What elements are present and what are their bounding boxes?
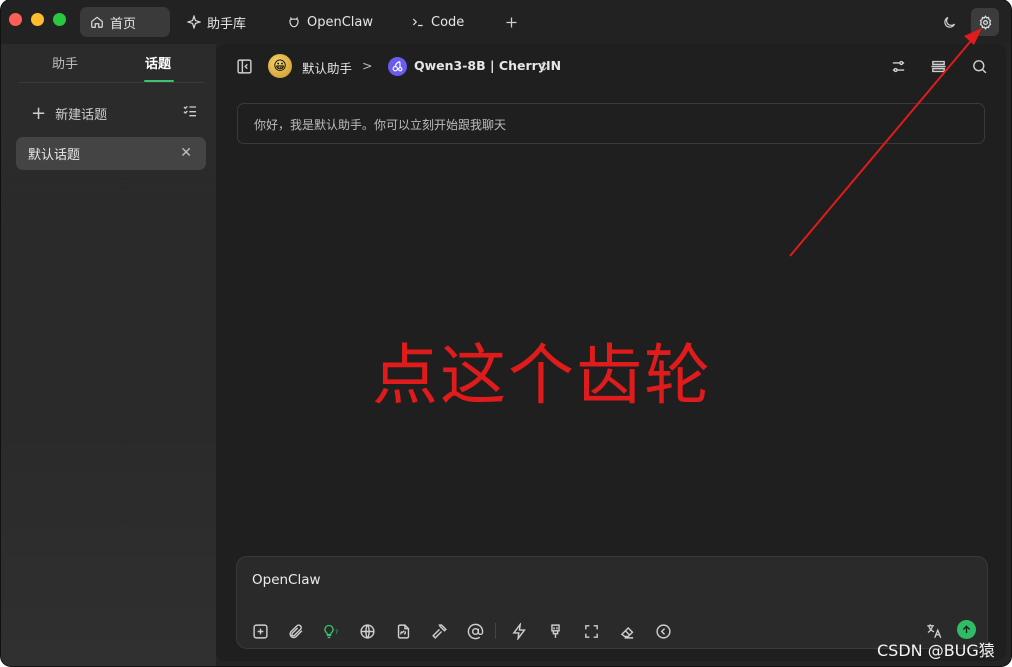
file-link-icon xyxy=(397,623,409,639)
lightbulb-icon: ? xyxy=(324,624,338,638)
clear-button[interactable] xyxy=(617,621,637,641)
chat-settings-button[interactable] xyxy=(888,56,908,76)
search-icon xyxy=(972,59,986,73)
gear-icon xyxy=(979,14,991,30)
claw-icon xyxy=(289,17,299,28)
active-tab-indicator xyxy=(144,80,174,82)
message-composer: ? xyxy=(236,556,988,649)
new-chat-icon xyxy=(252,623,268,639)
message-input[interactable] xyxy=(250,571,954,589)
topic-list-options-button[interactable] xyxy=(182,103,198,123)
web-search-button[interactable] xyxy=(357,621,377,641)
expand-icon xyxy=(584,624,598,638)
clear-context-button[interactable] xyxy=(545,621,565,641)
arrow-up-icon xyxy=(962,625,971,634)
cherry-logo-icon xyxy=(392,61,403,72)
lightning-icon xyxy=(511,622,526,640)
new-tab-button[interactable] xyxy=(497,8,525,36)
sidebar: 助手 话题 + 新建话题 默认话题 ✕ xyxy=(1,44,216,666)
toggle-sidebar-button[interactable] xyxy=(234,56,254,76)
model-selector-chevron[interactable] xyxy=(534,56,554,76)
terminal-icon xyxy=(412,18,423,27)
plus-icon: + xyxy=(31,102,47,124)
toolbar-divider xyxy=(495,623,496,639)
assistant-avatar[interactable]: 😀 xyxy=(268,54,292,78)
hammer-icon xyxy=(431,623,447,639)
topic-item-label: 默认话题 xyxy=(28,148,81,163)
theme-toggle-button[interactable] xyxy=(935,8,963,36)
new-topic-button[interactable]: + 新建话题 xyxy=(31,104,107,123)
tab-home-label: 首页 xyxy=(110,16,137,32)
plus-icon xyxy=(506,17,516,27)
breadcrumb-separator: > xyxy=(362,58,373,73)
annotation-text: 点这个齿轮 xyxy=(372,337,712,414)
chevron-left-circle-icon xyxy=(655,623,671,639)
quick-phrase-button[interactable] xyxy=(509,621,529,641)
tab-assistant-library[interactable]: 助手库 xyxy=(187,7,246,37)
new-topic-label: 新建话题 xyxy=(55,108,108,123)
settings-button[interactable] xyxy=(971,8,999,36)
brush-icon xyxy=(550,623,560,638)
sliders-icon xyxy=(892,60,904,72)
attach-button[interactable] xyxy=(285,621,305,641)
paperclip-icon xyxy=(289,623,302,638)
chat-header: 😀 默认助手 > Qwen3-8B | CherryIN xyxy=(216,44,1006,89)
home-icon xyxy=(91,16,103,28)
tab-openclaw-label: OpenClaw xyxy=(307,14,374,30)
tab-code-label: Code xyxy=(431,14,465,30)
watermark: CSDN @BUG猿 xyxy=(877,641,995,660)
at-icon xyxy=(467,623,483,639)
eraser-icon xyxy=(620,626,633,639)
welcome-text: 你好，我是默认助手。你可以立刻开始跟我聊天 xyxy=(254,118,507,132)
tab-openclaw[interactable]: OpenClaw xyxy=(287,7,373,37)
tab-code[interactable]: Code xyxy=(411,7,464,37)
thinking-button[interactable]: ? xyxy=(321,621,341,641)
layout-button[interactable] xyxy=(928,56,948,76)
checklist-icon xyxy=(183,105,196,117)
maximize-window-button[interactable] xyxy=(53,13,66,26)
search-button[interactable] xyxy=(969,56,989,76)
collapse-toolbar-button[interactable] xyxy=(653,621,673,641)
sidebar-collapse-icon xyxy=(236,58,252,74)
close-icon[interactable]: ✕ xyxy=(180,145,192,161)
fullscreen-button[interactable] xyxy=(581,621,601,641)
moon-icon xyxy=(943,16,955,28)
globe-icon xyxy=(359,623,375,639)
sparkle-icon xyxy=(187,15,201,29)
tab-assistant-library-label: 助手库 xyxy=(207,16,247,32)
minimize-window-button[interactable] xyxy=(31,13,44,26)
tab-topics[interactable]: 话题 xyxy=(145,53,171,72)
svg-text:?: ? xyxy=(335,629,338,636)
sidebar-tabs: 助手 话题 xyxy=(18,44,205,83)
layout-icon xyxy=(930,60,946,72)
title-bar: 首页 助手库 OpenClaw Code xyxy=(1,0,1011,44)
topic-item[interactable]: 默认话题 ✕ xyxy=(16,137,206,170)
tools-button[interactable] xyxy=(429,621,449,641)
tab-home[interactable]: 首页 xyxy=(80,7,170,37)
close-window-button[interactable] xyxy=(9,13,22,26)
tab-assistants[interactable]: 助手 xyxy=(52,53,78,72)
assistant-name[interactable]: 默认助手 xyxy=(302,58,352,77)
knowledge-base-button[interactable] xyxy=(393,621,413,641)
new-topic-tool-button[interactable] xyxy=(250,621,270,641)
welcome-message: 你好，我是默认助手。你可以立刻开始跟我聊天 xyxy=(237,103,985,144)
mention-button[interactable] xyxy=(465,621,485,641)
chevron-up-down-icon xyxy=(541,61,547,71)
model-provider-logo xyxy=(388,57,407,76)
